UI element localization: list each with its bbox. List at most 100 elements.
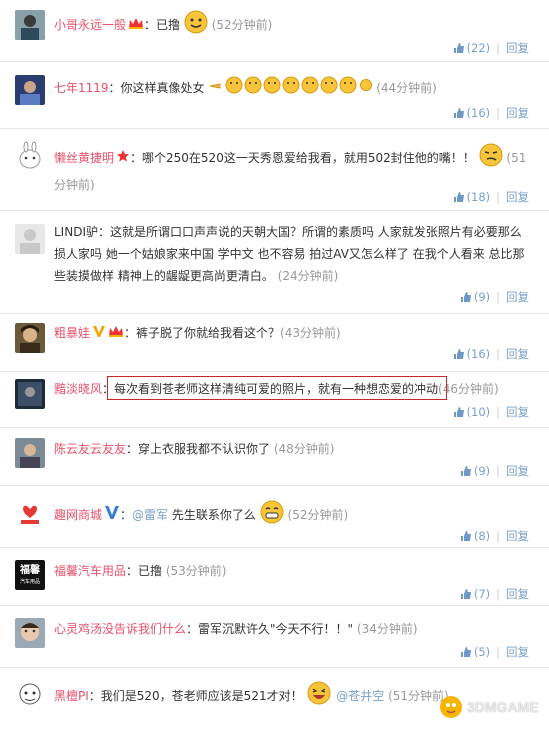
comment-text: ：雷军沉默许久"今天不行！！" [186, 622, 354, 636]
like-count: (22) [466, 41, 491, 55]
mention-link[interactable]: @苍井空 [336, 689, 384, 703]
reply-button[interactable]: 回复 [506, 106, 529, 120]
thumbs-up-icon [460, 291, 472, 303]
reply-button[interactable]: 回复 [506, 190, 529, 204]
like-count: (16) [466, 106, 491, 120]
like-count: (7) [473, 587, 491, 601]
avatar[interactable] [15, 379, 45, 409]
avatar-logo-text: 福馨 [20, 565, 40, 576]
thumbs-up-icon [453, 42, 465, 54]
thumbs-up-icon [453, 348, 465, 360]
comment-item: 懒丝黄捷明 ：哪个250在520这一天秀恩爱给我看，就用502封住他的嘴！！ (5… [0, 129, 549, 211]
thumbs-up-icon [460, 646, 472, 658]
username-link[interactable]: 黯淡晓风 [54, 382, 102, 396]
thumbs-up-icon [453, 406, 465, 418]
comment-text: ： [120, 508, 133, 522]
username-link[interactable]: 七年1119 [54, 81, 109, 95]
smile-emoji-icon [184, 10, 208, 41]
comment-text: ：已撸 [126, 564, 163, 578]
reply-button[interactable]: 回复 [506, 529, 529, 543]
comment-text: ：穿上衣服我都不认识你了 [126, 442, 271, 456]
avatar[interactable] [15, 438, 45, 468]
comment-item: 七年1119：你这样真像处女 (44分钟前) (16) | 回复 [0, 62, 549, 129]
timestamp: (52分钟前) [211, 18, 273, 32]
like-button[interactable]: (7) [460, 587, 490, 601]
avatar[interactable] [15, 224, 45, 254]
like-button[interactable]: (22) [453, 41, 491, 55]
username-link[interactable]: 懒丝黄捷明 [54, 151, 114, 165]
thumbs-up-icon [460, 588, 472, 600]
reply-button[interactable]: 回复 [506, 405, 529, 419]
emoji-row-icon [208, 76, 373, 101]
avatar[interactable] [15, 323, 45, 353]
verified-v-icon [92, 323, 106, 345]
watermark-text: 3DMGAME [467, 699, 539, 715]
timestamp: (48分钟前) [273, 442, 335, 456]
like-count: (5) [473, 645, 491, 659]
reply-button[interactable]: 回复 [506, 464, 529, 478]
avatar[interactable] [15, 500, 45, 530]
like-button[interactable]: (5) [460, 645, 490, 659]
mention-link[interactable]: @雷军 [132, 508, 168, 522]
timestamp: (44分钟前) [376, 81, 437, 95]
username-link[interactable]: 黑檀PI [54, 689, 89, 703]
like-count: (9) [473, 464, 491, 478]
username-link[interactable]: LINDI驴 [54, 225, 98, 239]
username-link[interactable]: 趣网商城 [54, 508, 102, 522]
timestamp: (52分钟前) [287, 508, 349, 522]
reply-button[interactable]: 回复 [506, 41, 529, 55]
like-button[interactable]: (8) [460, 529, 490, 543]
grin-emoji-icon [260, 500, 284, 531]
comment-item: 小哥永远一般 ：已撸 (52分钟前) (22) | 回复 [0, 0, 549, 62]
vip-crown-icon [128, 15, 144, 37]
comment-item: 陈云友云友友：穿上衣服我都不认识你了 (48分钟前) (9) | 回复 [0, 428, 549, 486]
comment-text: ：哪个250在520这一天秀恩爱给我看，就用502封住他的嘴！！ [130, 151, 475, 165]
reply-button[interactable]: 回复 [506, 587, 529, 601]
like-count: (8) [473, 529, 491, 543]
avatar[interactable]: 福馨 汽车用品 [15, 560, 45, 590]
avatar[interactable] [15, 141, 45, 171]
thumbs-up-icon [453, 107, 465, 119]
comment-item: 福馨 汽车用品 福馨汽车用品：已撸 (53分钟前) (7) | 回复 [0, 548, 549, 606]
timestamp: (46分钟前) [438, 382, 499, 396]
avatar[interactable] [15, 75, 45, 105]
thumbs-up-icon [460, 530, 472, 542]
like-count: (9) [473, 290, 491, 304]
comment-text: ：你这样真像处女 [108, 81, 205, 95]
username-link[interactable]: 小哥永远一般 [54, 18, 126, 32]
highlight-box [107, 376, 447, 400]
reply-button[interactable]: 回复 [506, 645, 529, 659]
thumbs-up-icon [460, 465, 472, 477]
like-button[interactable]: (9) [460, 464, 490, 478]
vip-crown-icon [108, 323, 124, 345]
username-link[interactable]: 粗暴娃 [54, 326, 90, 340]
avatar-logo-subtext: 汽车用品 [19, 579, 40, 585]
timestamp: (34分钟前) [356, 622, 418, 636]
comment-text: ：裤子脱了你就给我看这个？ [124, 326, 281, 340]
avatar[interactable] [15, 10, 45, 40]
avatar[interactable] [15, 618, 45, 648]
like-button[interactable]: (9) [460, 290, 490, 304]
thumbs-up-icon [453, 191, 465, 203]
like-count: (18) [466, 190, 491, 204]
timestamp: (53分钟前) [165, 564, 227, 578]
like-count: (16) [466, 347, 491, 361]
comment-text-2: 先生联系你了么 [168, 508, 256, 522]
reply-button[interactable]: 回复 [506, 290, 529, 304]
username-link[interactable]: 陈云友云友友 [54, 442, 126, 456]
like-button[interactable]: (16) [453, 106, 491, 120]
avatar[interactable] [15, 680, 45, 710]
reply-button[interactable]: 回复 [506, 347, 529, 361]
comment-item: 趣网商城 ：@雷军 先生联系你了么 (52分钟前) (8) | 回复 [0, 486, 549, 548]
comment-item: 粗暴娃 ：裤子脱了你就给我看这个？(43分钟前) (16) | 回复 [0, 314, 549, 372]
timestamp: (24分钟前) [277, 269, 339, 283]
comment-text: ：我们是520，苍老师应该是521才对！ [88, 689, 303, 703]
smirk-emoji-icon [479, 143, 503, 174]
username-link[interactable]: 心灵鸡汤没告诉我们什么 [54, 622, 186, 636]
username-link[interactable]: 福馨汽车用品 [54, 564, 126, 578]
like-button[interactable]: (16) [453, 347, 491, 361]
like-button[interactable]: (18) [453, 190, 491, 204]
timestamp: (43分钟前) [280, 326, 341, 340]
star-badge-icon [116, 148, 130, 170]
like-button[interactable]: (10) [453, 405, 490, 419]
